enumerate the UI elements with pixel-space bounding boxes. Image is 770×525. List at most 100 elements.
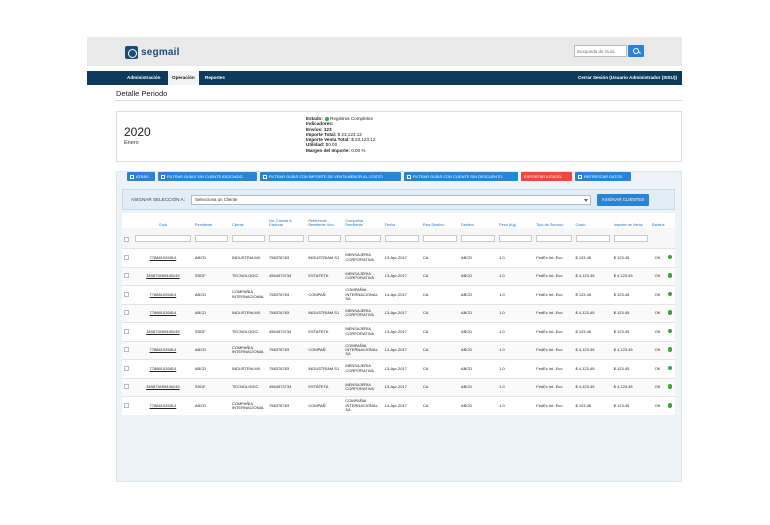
table-cell: COMPAÑIA INTERNACIONAL SA	[343, 285, 383, 304]
row-checkbox[interactable]	[124, 328, 129, 334]
logo: segmail	[125, 45, 180, 59]
filter-costo[interactable]	[575, 234, 610, 242]
table-cell: 758376783	[267, 340, 307, 360]
col-cuenta[interactable]: No. Cuenta A Facturar	[267, 213, 307, 228]
guia-link[interactable]: 778861026814	[132, 396, 193, 415]
importe-venta-value: $ 23,123.12	[351, 137, 376, 143]
filter-compania[interactable]	[345, 234, 381, 242]
table-cell: 758376783	[267, 285, 307, 304]
filter-no-discount-button[interactable]: FILTRAR GUÍAS CON CLIENTE SIN DESCUENTO	[404, 172, 518, 181]
col-estatus[interactable]: Estatus	[649, 213, 666, 228]
table-cell: COMPAÑ	[306, 396, 344, 415]
table-row[interactable]: 345873459446245 SSDF TECNOLOGIC 4564573734 E…	[122, 266, 675, 286]
table-cell: ABCD	[192, 248, 230, 267]
period-year: 2020	[124, 125, 151, 139]
refresh-button[interactable]: REFRESCAR DATOS	[575, 172, 631, 181]
client-select[interactable]: Selecciona un Cliente	[191, 195, 591, 205]
row-checkbox[interactable]	[124, 347, 129, 353]
col-pais[interactable]: País Destino	[420, 213, 459, 228]
col-remitente[interactable]: Remitente	[192, 213, 230, 228]
col-destino[interactable]: Destino	[459, 213, 498, 228]
table-body: 778861026814 ABCD INDUSTRIA MX 758376783 IND…	[122, 248, 675, 415]
filter-peso[interactable]	[499, 234, 533, 242]
table-cell: $ 123.45	[611, 248, 650, 267]
table-cell: 1.0	[497, 266, 535, 286]
status-cell: OK	[649, 340, 666, 360]
export-excel-button[interactable]: EXPORTAR A EXCEL	[521, 172, 572, 181]
col-peso[interactable]: Peso (Kg)	[497, 213, 535, 228]
table-row[interactable]: 778861026814 ABCD INDUSTRIA MX 758376783 IND…	[122, 303, 675, 323]
guides-table: Guía Remitente Cliente No. Cuenta A Fact…	[122, 213, 675, 415]
guia-link[interactable]: 778861026814	[132, 340, 193, 360]
col-referencia[interactable]: Referencia Remitente Uno	[306, 213, 344, 228]
col-cliente[interactable]: Cliente	[229, 213, 268, 228]
table-cell: $ 123.45	[611, 303, 650, 323]
filter-fecha[interactable]	[384, 234, 419, 242]
nav-operacion[interactable]: Operación	[168, 71, 199, 85]
table-cell: CA	[420, 322, 459, 341]
col-servicio[interactable]: Tipo de Servicio	[534, 213, 574, 228]
filter-referencia[interactable]	[308, 234, 342, 242]
table-cell: ESTAFETA	[306, 377, 344, 397]
row-checkbox[interactable]	[124, 310, 129, 316]
table-row[interactable]: 778861026814 ABCD COMPAÑIA INTERNACIONAL 75…	[122, 285, 675, 304]
guia-link[interactable]: 345873459446245	[132, 377, 193, 397]
guia-link[interactable]: 778861026814	[132, 248, 193, 267]
row-checkbox[interactable]	[124, 384, 129, 390]
row-checkbox[interactable]	[124, 254, 129, 260]
nav-reportes[interactable]: Reportes	[201, 71, 229, 85]
filter-remitente[interactable]	[194, 234, 228, 242]
table-row[interactable]: 778861026814 ABCD COMPAÑIA INTERNACIONAL 75…	[122, 340, 675, 360]
col-costo[interactable]: Costo	[573, 213, 612, 228]
back-button[interactable]: ATRÁS	[127, 172, 155, 181]
filter-cuenta[interactable]	[269, 234, 305, 242]
filter-pais[interactable]	[422, 234, 457, 242]
assign-clients-button[interactable]: ASIGNAR CLIENTES	[597, 194, 649, 206]
guia-link[interactable]: 778861026814	[132, 303, 193, 323]
table-cell: MENSAJERIA CORPORATIVA	[343, 303, 383, 323]
select-all-checkbox[interactable]	[124, 237, 129, 242]
table-row[interactable]: 345873459446245 SSDF TECNOLOGIC 4564573734 E…	[122, 322, 675, 341]
filter-guia[interactable]	[134, 234, 191, 242]
filter-cliente[interactable]	[231, 234, 266, 242]
check-circle-icon	[667, 384, 673, 389]
filter-importe[interactable]	[613, 234, 648, 242]
table-cell: $ 123.45	[611, 285, 650, 304]
table-row[interactable]: 778861026814 ABCD INDUSTRIA MX 758376783 IND…	[122, 359, 675, 378]
table-cell: 758376783	[267, 396, 307, 415]
table-row[interactable]: 778861026814 ABCD COMPAÑIA INTERNACIONAL 75…	[122, 396, 675, 415]
guia-link[interactable]: 345873459446245	[132, 266, 193, 286]
table-cell: 758376783	[267, 248, 307, 267]
row-checkbox[interactable]	[124, 402, 129, 408]
main-nav: Administración Operación Reportes Cerrar…	[87, 71, 682, 85]
top-bar: segmail	[87, 37, 682, 66]
nav-administracion[interactable]: Administración	[123, 71, 164, 85]
table-row[interactable]: 345873459446245 SSDF TECNOLOGIC 4564573734 E…	[122, 377, 675, 397]
table-cell: $ 123.45	[573, 322, 612, 341]
table-row[interactable]: 778861026814 ABCD INDUSTRIA MX 758376783 IND…	[122, 248, 675, 267]
search-button[interactable]	[628, 45, 644, 57]
col-fecha[interactable]: Fecha	[382, 213, 421, 228]
table-cell: $ 4,123.45	[573, 359, 612, 378]
guia-link[interactable]: 778861026814	[132, 285, 193, 304]
col-guia[interactable]: Guía	[132, 213, 193, 228]
filter-destino[interactable]	[461, 234, 496, 242]
search-input[interactable]	[574, 45, 627, 57]
row-checkbox[interactable]	[124, 291, 129, 297]
filter-no-client-button[interactable]: FILTRAR GUÍAS SIN CLIENTE ASOCIADO	[158, 172, 257, 181]
guia-link[interactable]: 778861026814	[132, 359, 193, 378]
table-cell: ABCD	[192, 359, 230, 378]
row-checkbox[interactable]	[124, 365, 129, 371]
guia-link[interactable]: 345873459446245	[132, 322, 193, 341]
check-circle-icon	[667, 365, 673, 371]
table-cell: ABCD	[192, 303, 230, 323]
table-cell: 1.0	[497, 248, 535, 267]
refresh-icon	[578, 174, 582, 179]
logout-link[interactable]: Cerrar Sesión (Usuario Administrador (SI…	[578, 71, 677, 85]
filter-servicio[interactable]	[536, 234, 572, 242]
filter-sale-below-cost-button[interactable]: FILTRAR GUÍAS CON IMPORTE DE VENTA MENOR…	[260, 172, 401, 181]
col-importe[interactable]: Importe de Venta	[611, 213, 650, 228]
row-checkbox[interactable]	[124, 273, 129, 279]
col-compania[interactable]: Compañía Remitente	[343, 213, 383, 228]
filter-icon	[263, 174, 267, 179]
